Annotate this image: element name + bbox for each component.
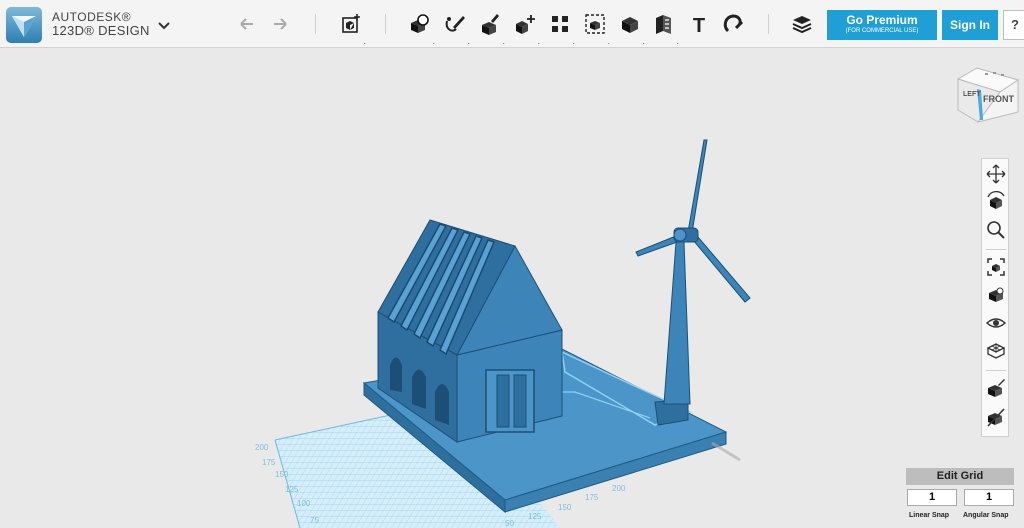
grid-tick: 200 xyxy=(255,443,269,452)
grid-tick: 150 xyxy=(275,470,289,479)
material-icon[interactable] xyxy=(789,11,815,37)
sketch-icon[interactable]: . xyxy=(442,11,470,46)
linear-snap-input[interactable]: 1 xyxy=(907,489,957,506)
nav-separator xyxy=(986,370,1006,371)
grid-tick: 175 xyxy=(585,493,599,502)
toolbar-separator xyxy=(768,14,769,34)
logo-icon xyxy=(12,16,36,37)
app-menu-chevron-icon[interactable] xyxy=(155,16,173,34)
group-icon[interactable]: . xyxy=(582,11,610,46)
nav-separator xyxy=(986,249,1006,250)
viewcube-front-label: FRONT xyxy=(983,94,1014,104)
linear-snap-label: Linear Snap xyxy=(909,512,950,519)
go-premium-button[interactable]: Go Premium (FOR COMMERCIAL USE) xyxy=(827,10,937,40)
grid-tick: 50 xyxy=(505,519,514,528)
modify-icon[interactable]: . xyxy=(512,11,540,46)
angular-snap-label: Angular Snap xyxy=(963,512,1009,519)
wind-turbine-model[interactable] xyxy=(635,139,751,426)
add-primitive-icon[interactable]: . xyxy=(338,11,366,46)
text-icon[interactable]: T xyxy=(686,11,712,37)
premium-label: Go Premium xyxy=(846,13,918,27)
orbit-icon[interactable] xyxy=(985,191,1007,213)
grid-tick: 150 xyxy=(558,503,572,512)
viewcube-left-label: LEFT xyxy=(963,91,981,98)
toolbar-separator xyxy=(315,14,316,34)
edit-grid-button[interactable]: Edit Grid xyxy=(906,468,1014,485)
visibility-icon[interactable] xyxy=(985,312,1007,334)
brand-title: AUTODESK® 123D® DESIGN xyxy=(52,11,150,38)
grid-tick: 75 xyxy=(310,516,319,525)
grid-tick: 200 xyxy=(612,484,626,493)
grid-tick: 125 xyxy=(285,485,299,494)
grid-tick: 125 xyxy=(528,512,542,521)
navigation-bar xyxy=(981,158,1009,437)
3d-viewport[interactable]: 200 175 150 125 100 75 50 125 150 175 20… xyxy=(0,49,1024,528)
premium-sublabel: (FOR COMMERCIAL USE) xyxy=(845,28,919,34)
scene-canvas: 200 175 150 125 100 75 50 125 150 175 20… xyxy=(255,67,1020,528)
pan-icon[interactable] xyxy=(985,163,1007,185)
grid-view-icon[interactable] xyxy=(985,340,1007,362)
redo-icon[interactable] xyxy=(267,11,293,37)
zoom-icon[interactable] xyxy=(985,219,1007,241)
toolbar-separator xyxy=(385,14,386,34)
view-mode-icon[interactable] xyxy=(985,284,1007,306)
app-logo[interactable] xyxy=(6,7,42,43)
sign-in-button[interactable]: Sign In xyxy=(942,10,998,40)
help-button[interactable]: ? xyxy=(1003,10,1024,40)
angular-snap-input[interactable]: 1 xyxy=(964,489,1014,506)
fit-icon[interactable] xyxy=(985,256,1007,278)
brand-line2: 123D® DESIGN xyxy=(52,23,150,38)
material-view-icon[interactable] xyxy=(985,377,1007,399)
grid-tick: 175 xyxy=(262,458,276,467)
combine-icon[interactable]: . xyxy=(617,11,645,46)
measure-icon[interactable]: . xyxy=(651,11,679,46)
construct-icon[interactable]: . xyxy=(477,11,505,46)
grid-tick: 100 xyxy=(297,499,311,508)
svg-text:T: T xyxy=(693,15,705,37)
snap-icon[interactable] xyxy=(720,11,746,37)
hide-icon[interactable] xyxy=(985,406,1007,428)
primitives-icon[interactable]: . xyxy=(407,11,435,46)
top-toolbar: AUTODESK® 123D® DESIGN . . . . . . . . .… xyxy=(0,0,1024,48)
undo-icon[interactable] xyxy=(234,11,260,37)
pattern-icon[interactable]: . xyxy=(547,11,575,46)
